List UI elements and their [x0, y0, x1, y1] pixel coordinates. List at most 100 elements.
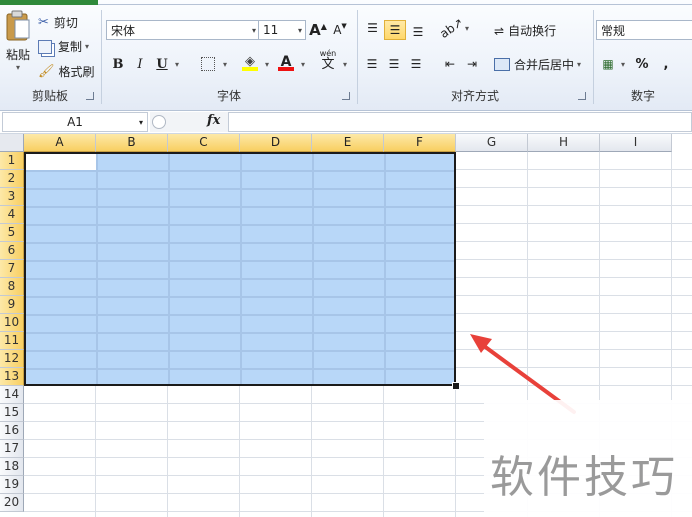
copy-dropdown-icon[interactable]: ▾	[85, 42, 89, 51]
align-middle-button[interactable]: ☰	[384, 20, 406, 40]
font-size-value: 11	[263, 23, 279, 37]
row-header-20[interactable]: 20	[0, 494, 24, 512]
decrease-indent-button[interactable]: ⇤	[440, 54, 460, 74]
active-cell-a1[interactable]	[26, 154, 96, 170]
row-header-4[interactable]: 4	[0, 206, 24, 224]
wrap-text-button[interactable]: ⇌ 自动换行	[494, 22, 556, 39]
align-right-button[interactable]: ☰	[406, 54, 426, 74]
name-box[interactable]: A1 ▾	[2, 112, 148, 132]
clipboard-dialog-launcher-icon[interactable]	[86, 92, 94, 100]
align-bottom-icon: ☰	[412, 25, 424, 39]
accounting-format-button[interactable]: ▦	[598, 54, 618, 74]
phonetic-char-icon: 文	[321, 56, 335, 72]
increase-indent-button[interactable]: ⇥	[462, 54, 482, 74]
fill-color-dropdown-icon[interactable]: ▾	[265, 60, 269, 69]
column-header-g[interactable]: G	[456, 134, 528, 152]
formula-input[interactable]	[228, 112, 692, 132]
orientation-dropdown-icon[interactable]: ▾	[465, 24, 469, 33]
row-header-10[interactable]: 10	[0, 314, 24, 332]
column-header-h[interactable]: H	[528, 134, 600, 152]
phonetic-guide-button[interactable]: wén 文	[318, 49, 338, 72]
row-header-16[interactable]: 16	[0, 422, 24, 440]
row-header-2[interactable]: 2	[0, 170, 24, 188]
text-orientation-icon: ab↗	[437, 15, 467, 41]
percent-style-button[interactable]: %	[632, 54, 652, 74]
row-header-12[interactable]: 12	[0, 350, 24, 368]
paste-button[interactable]: 粘贴 ▾	[2, 10, 34, 80]
chevron-down-icon[interactable]: ▾	[139, 118, 143, 127]
column-header-c[interactable]: C	[168, 134, 240, 152]
wrap-text-icon: ⇌	[494, 23, 505, 38]
row-header-5[interactable]: 5	[0, 224, 24, 242]
column-header-b[interactable]: B	[96, 134, 168, 152]
fill-color-button[interactable]: ◈	[240, 52, 260, 72]
alignment-dialog-launcher-icon[interactable]	[578, 92, 586, 100]
row-header-9[interactable]: 9	[0, 296, 24, 314]
merge-cells-icon	[494, 58, 510, 71]
align-left-button[interactable]: ☰	[362, 54, 382, 74]
paste-dropdown-icon[interactable]: ▾	[16, 63, 20, 72]
bold-button[interactable]: B	[108, 54, 128, 74]
column-header-a[interactable]: A	[24, 134, 96, 152]
font-size-combobox[interactable]: 11 ▾	[258, 20, 306, 40]
column-header-f[interactable]: F	[384, 134, 456, 152]
copy-button[interactable]: 复制 ▾	[38, 38, 89, 55]
underline-dropdown-icon[interactable]: ▾	[175, 60, 179, 69]
align-top-button[interactable]: ☰	[362, 18, 382, 38]
merge-center-button[interactable]: 合并后居中 ▾	[494, 56, 581, 73]
align-center-button[interactable]: ☰	[384, 54, 404, 74]
row-header-6[interactable]: 6	[0, 242, 24, 260]
row-header-3[interactable]: 3	[0, 188, 24, 206]
insert-function-icon[interactable]: fx	[207, 113, 220, 128]
row-header-1[interactable]: 1	[0, 152, 24, 170]
phonetic-dropdown-icon[interactable]: ▾	[343, 60, 347, 69]
expand-grip-icon[interactable]	[152, 115, 166, 129]
currency-icon: ▦	[602, 57, 614, 71]
copy-label: 复制	[58, 40, 83, 54]
borders-button[interactable]	[198, 54, 218, 74]
row-header-18[interactable]: 18	[0, 458, 24, 476]
row-header-19[interactable]: 19	[0, 476, 24, 494]
selected-range[interactable]	[24, 152, 456, 386]
chevron-down-icon: ▾	[297, 26, 302, 35]
merge-dropdown-icon[interactable]: ▾	[577, 60, 581, 69]
number-format-combobox[interactable]: 常规	[596, 20, 692, 40]
column-header-e[interactable]: E	[312, 134, 384, 152]
row-header-11[interactable]: 11	[0, 332, 24, 350]
file-tab-strip[interactable]	[0, 0, 98, 5]
italic-button[interactable]: I	[130, 54, 150, 74]
fill-handle[interactable]	[452, 382, 460, 390]
font-name-combobox[interactable]: 宋体 ▾	[106, 20, 260, 40]
format-painter-button[interactable]: 🖌 格式刷	[38, 63, 95, 80]
row-header-8[interactable]: 8	[0, 278, 24, 296]
row-header-15[interactable]: 15	[0, 404, 24, 422]
decrease-indent-icon: ⇤	[444, 57, 456, 71]
comma-icon: ,	[663, 56, 669, 72]
percent-icon: %	[635, 56, 649, 72]
column-header-d[interactable]: D	[240, 134, 312, 152]
orientation-button[interactable]: ab↗	[438, 15, 467, 41]
comma-style-button[interactable]: ,	[656, 54, 676, 74]
row-header-14[interactable]: 14	[0, 386, 24, 404]
row-header-17[interactable]: 17	[0, 440, 24, 458]
font-color-dropdown-icon[interactable]: ▾	[301, 60, 305, 69]
font-color-button[interactable]: A	[276, 52, 296, 72]
grow-font-button[interactable]: A ▲	[308, 20, 328, 40]
align-bottom-button[interactable]: ☰	[408, 22, 428, 42]
accounting-dropdown-icon[interactable]: ▾	[621, 60, 625, 69]
paste-label: 粘贴	[5, 48, 30, 62]
row-header-13[interactable]: 13	[0, 368, 24, 386]
borders-icon	[201, 57, 215, 71]
cut-button[interactable]: ✂ 剪切	[38, 14, 78, 31]
row-header-7[interactable]: 7	[0, 260, 24, 278]
number-format-value: 常规	[601, 23, 626, 38]
select-all-button[interactable]	[0, 134, 24, 152]
tab-strip-border	[98, 4, 692, 5]
clipboard-group: 粘贴 ▾ ✂ 剪切 复制 ▾ 🖌 格式刷 剪贴板	[0, 6, 100, 106]
font-dialog-launcher-icon[interactable]	[342, 92, 350, 100]
column-header-i[interactable]: I	[600, 134, 672, 152]
align-top-icon: ☰	[367, 21, 378, 35]
underline-button[interactable]: U	[152, 54, 172, 74]
shrink-font-button[interactable]: A ▼	[330, 20, 350, 40]
borders-dropdown-icon[interactable]: ▾	[223, 60, 227, 69]
